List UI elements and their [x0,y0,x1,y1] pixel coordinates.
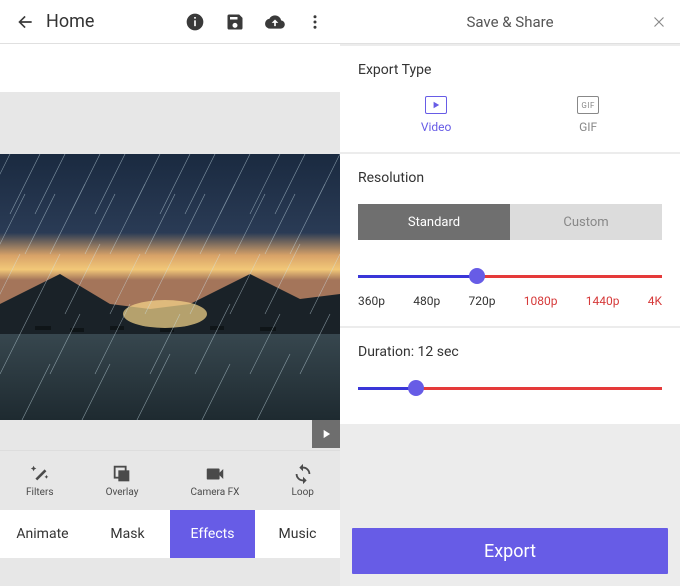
res-label: 360p [358,294,385,308]
slider-knob[interactable] [469,268,485,284]
close-button[interactable] [646,9,672,35]
play-icon [319,427,333,441]
bottom-tabs: Animate Mask Effects Music [0,510,340,558]
res-label: 1440p [586,294,620,308]
tool-label: Filters [26,487,54,498]
export-type-label: Video [421,120,452,134]
topbar: Home [0,0,340,44]
tool-overlay[interactable]: Overlay [106,463,139,498]
spacer [0,92,340,154]
res-label: 4K [648,294,662,308]
export-type-gif[interactable]: GIF GIF [577,96,599,134]
tool-loop[interactable]: Loop [292,463,314,498]
tool-label: Loop [292,487,314,498]
save-button[interactable] [224,11,246,33]
export-type-heading: Export Type [358,62,662,78]
cloud-upload-icon [264,12,286,32]
back-button[interactable] [8,5,42,39]
resolution-slider[interactable] [358,266,662,286]
wand-icon [29,463,51,485]
tab-effects[interactable]: Effects [170,510,255,558]
page-title: Home [46,11,184,32]
preview-canvas[interactable] [0,154,340,420]
export-type-label: GIF [579,120,597,134]
video-icon [425,96,447,114]
segment-standard[interactable]: Standard [358,204,510,240]
loop-icon [292,463,314,485]
resolution-heading: Resolution [358,170,662,186]
below-canvas [0,420,340,450]
info-icon [185,12,205,32]
export-button[interactable]: Export [352,528,668,574]
share-header: Save & Share [340,0,680,44]
preview-image [0,154,340,420]
tool-label: Overlay [106,487,139,498]
play-button[interactable] [312,420,340,448]
resolution-card: Resolution Standard Custom 360p 480p 720… [340,154,680,326]
duration-card: Duration: 12 sec [340,328,680,424]
upload-button[interactable] [264,11,286,33]
toolbar: Filters Overlay Camera FX Loop [0,450,340,510]
duration-heading: Duration: 12 sec [358,344,662,360]
segment-custom[interactable]: Custom [510,204,662,240]
res-label: 720p [469,294,496,308]
res-label: 480p [413,294,440,308]
timeline-strip [0,44,340,92]
resolution-segment: Standard Custom [358,204,662,240]
export-type-video[interactable]: Video [421,96,452,134]
editor-panel: Home [0,0,340,586]
tool-camerafx[interactable]: Camera FX [191,463,240,498]
info-button[interactable] [184,11,206,33]
tab-music[interactable]: Music [255,510,340,558]
share-title: Save & Share [466,13,553,31]
arrow-left-icon [15,12,35,32]
close-icon [650,13,668,31]
slider-knob[interactable] [408,380,424,396]
tab-animate[interactable]: Animate [0,510,85,558]
tab-mask[interactable]: Mask [85,510,170,558]
resolution-labels: 360p 480p 720p 1080p 1440p 4K [358,294,662,308]
res-label: 1080p [524,294,558,308]
overflow-button[interactable] [304,11,326,33]
topbar-icons [184,11,326,33]
overlay-icon [111,463,133,485]
tool-label: Camera FX [191,487,240,498]
tool-filters[interactable]: Filters [26,463,54,498]
share-panel: Save & Share Export Type Video GIF GIF R… [340,0,680,586]
spacer [340,424,680,516]
duration-slider[interactable] [358,378,662,398]
more-vert-icon [306,13,324,31]
save-icon [225,12,245,32]
export-type-card: Export Type Video GIF GIF [340,46,680,152]
camera-icon [203,463,227,485]
gif-icon: GIF [577,96,599,114]
